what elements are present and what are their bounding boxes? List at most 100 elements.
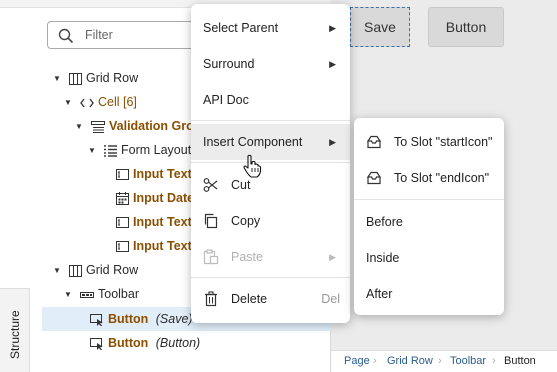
canvas-button[interactable]: Button [428, 7, 504, 47]
tree-item-toolbar[interactable]: ▼ Toolbar [64, 282, 139, 306]
breadcrumb-item[interactable]: Page [344, 355, 370, 367]
menu-item-label: API Doc [203, 93, 249, 107]
tree-item-label: Grid Row [86, 71, 139, 85]
tree-item-extra: (Save) [155, 312, 193, 326]
menu-item-cut[interactable]: Cut [191, 167, 350, 203]
tree-item-grid-row[interactable]: ▼ Grid Row [53, 66, 138, 90]
canvas-save-button[interactable]: Save [350, 7, 410, 47]
breadcrumb-item[interactable]: Toolbar [450, 355, 486, 367]
expand-caret-icon[interactable]: ▼ [64, 91, 74, 115]
paste-icon [203, 249, 219, 265]
structure-tab-label: Structure [8, 310, 22, 359]
tree-item-label: Cell [6] [98, 95, 137, 109]
expand-caret-icon[interactable]: ▼ [75, 115, 85, 139]
form-layout-icon [104, 145, 117, 157]
breadcrumb-separator-icon: › [373, 355, 377, 367]
tree-item-label: Button [108, 312, 149, 326]
input-text-icon [116, 217, 129, 229]
expand-caret-icon[interactable]: ▼ [64, 283, 74, 307]
submenu-item-label: To Slot "startIcon" [394, 135, 493, 149]
tree-item-form-layout[interactable]: ▼ Form Layout [88, 138, 191, 162]
scissors-icon [203, 178, 218, 192]
grid-row-icon [69, 72, 82, 85]
submenu-item-label: Before [366, 215, 403, 229]
tree-item-extra: (Button) [155, 336, 201, 350]
menu-item-delete[interactable]: Delete Del [191, 281, 350, 317]
tree-item-input-text[interactable]: Input Text [116, 162, 192, 186]
tree-item-label: Input Date [133, 191, 195, 205]
tree-item-grid-row[interactable]: ▼ Grid Row [53, 258, 138, 282]
submenu-item-label: After [366, 287, 393, 301]
button-icon [90, 313, 103, 326]
menu-separator [191, 162, 350, 163]
calendar-icon [116, 192, 129, 206]
breadcrumb-separator-icon: › [492, 355, 496, 367]
button-icon [90, 337, 103, 350]
tree-item-label: Button [108, 336, 149, 350]
submenu-arrow-icon: ▶ [329, 137, 336, 147]
tree-item-validation-group[interactable]: ▼ Validation Gro [75, 114, 194, 138]
submenu-item-after[interactable]: After [354, 276, 504, 312]
menu-item-label: Copy [231, 214, 261, 228]
expand-caret-icon[interactable]: ▼ [53, 259, 63, 283]
submenu-item-label: To Slot "endIcon" [394, 171, 490, 185]
delete-shortcut: Del [321, 292, 340, 306]
menu-item-label: Paste [231, 250, 263, 264]
menu-separator [191, 277, 350, 278]
expand-caret-icon[interactable]: ▼ [88, 139, 98, 163]
tree-item-label: Input Text [133, 239, 192, 253]
breadcrumb: Page › Grid Row › Toolbar › Button [331, 350, 557, 372]
insert-component-submenu: To Slot "startIcon" To Slot "endIcon" Be… [354, 118, 504, 315]
slot-icon [367, 171, 381, 185]
tree-item-input-text[interactable]: Input Text [116, 210, 192, 234]
input-text-icon [116, 169, 129, 181]
search-icon [58, 28, 74, 44]
tree-item-button[interactable]: Button (Button) [90, 331, 200, 355]
tree-item-label: Input Text [133, 215, 192, 229]
menu-item-copy[interactable]: Copy [191, 203, 350, 239]
tree-item-label: Toolbar [98, 287, 139, 301]
menu-item-api-doc[interactable]: API Doc [191, 82, 350, 118]
menu-item-label: Delete [231, 292, 268, 306]
breadcrumb-separator-icon: › [438, 355, 442, 367]
input-text-icon [116, 241, 129, 253]
structure-side-tab[interactable]: Structure [0, 288, 30, 372]
submenu-item-inside[interactable]: Inside [354, 240, 504, 276]
copy-icon [204, 213, 218, 229]
menu-separator [354, 199, 504, 200]
menu-item-surround[interactable]: Surround ▶ [191, 46, 350, 82]
menu-item-label: Surround [203, 57, 255, 71]
menu-item-select-parent[interactable]: Select Parent ▶ [191, 10, 350, 46]
context-menu: Select Parent ▶ Surround ▶ API Doc Inser… [191, 4, 350, 323]
submenu-item-label: Inside [366, 251, 400, 265]
code-brackets-icon [80, 98, 94, 108]
trash-icon [205, 291, 217, 307]
tree-item-input-text[interactable]: Input Text [116, 234, 192, 258]
menu-separator [191, 120, 350, 121]
tree-item-label: Grid Row [86, 263, 139, 277]
tree-item-label: Validation Gro [109, 119, 194, 133]
submenu-arrow-icon: ▶ [329, 252, 336, 262]
submenu-item-slot-start-icon[interactable]: To Slot "startIcon" [354, 124, 504, 160]
validation-group-icon [91, 120, 105, 133]
slot-icon [367, 135, 381, 149]
tree-item-cell[interactable]: ▼ Cell [6] [64, 90, 137, 114]
breadcrumb-item[interactable]: Button [504, 355, 536, 367]
filter-placeholder: Filter [85, 28, 113, 42]
expand-caret-icon[interactable]: ▼ [53, 67, 63, 91]
hand-cursor-icon [243, 154, 262, 178]
tree-item-label: Form Layout [121, 143, 192, 157]
menu-item-label: Select Parent [203, 21, 279, 35]
submenu-item-slot-end-icon[interactable]: To Slot "endIcon" [354, 160, 504, 196]
submenu-arrow-icon: ▶ [329, 59, 336, 69]
breadcrumb-item[interactable]: Grid Row [387, 355, 433, 367]
toolbar-icon [80, 291, 94, 298]
submenu-item-before[interactable]: Before [354, 204, 504, 240]
tree-item-label: Input Text [133, 167, 192, 181]
menu-item-label: Insert Component [203, 135, 303, 149]
menu-item-paste[interactable]: Paste ▶ [191, 239, 350, 275]
grid-row-icon [69, 264, 82, 277]
menu-item-insert-component[interactable]: Insert Component ▶ [191, 124, 350, 160]
tree-item-input-date[interactable]: Input Date [116, 186, 194, 210]
submenu-arrow-icon: ▶ [329, 23, 336, 33]
